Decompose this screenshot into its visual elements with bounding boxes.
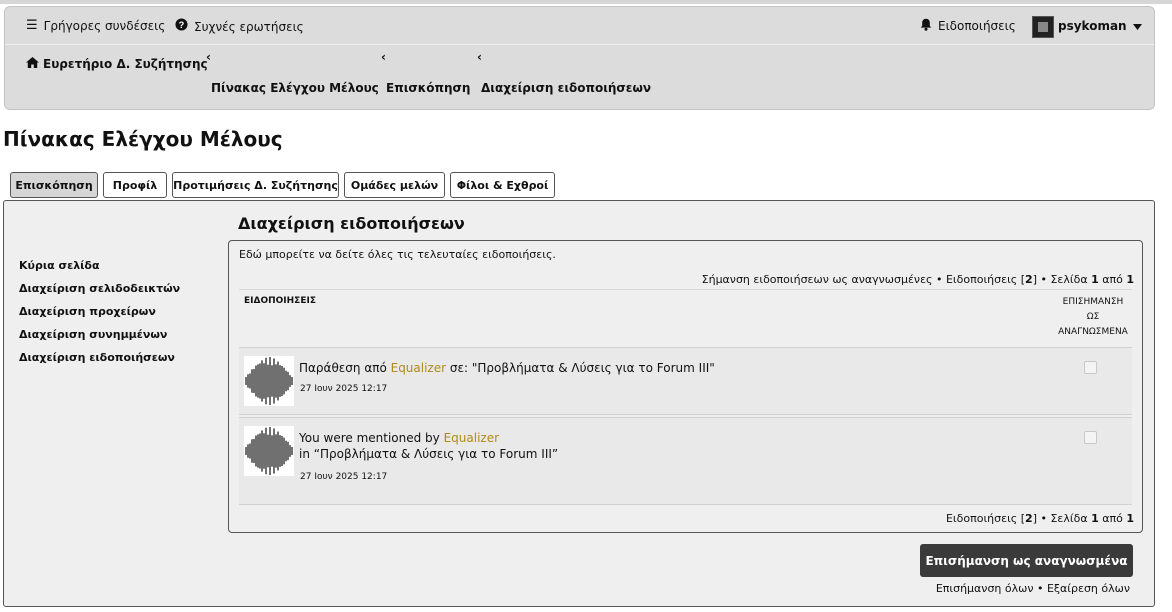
count-label: Ειδοποιήσεις [ [945,273,1026,286]
page-total: 1 [1126,273,1134,286]
caret-down-icon [1132,19,1142,33]
hamburger-icon: ☰ [26,18,38,33]
sidebar-item-front-page[interactable]: Κύρια σελίδα [19,259,100,272]
svg-text:?: ? [179,20,185,30]
page-title: Πίνακας Ελέγχου Μέλους [3,127,283,151]
question-circle-icon: ? [175,18,188,35]
bell-icon [920,18,932,34]
count-label: Ειδοποιήσεις [ [945,512,1026,525]
breadcrumb-ucp[interactable]: Πίνακας Ελέγχου Μέλους [211,81,379,95]
separator: • [1036,273,1051,286]
notification-text: You were mentioned by Equalizer in “Προβ… [299,430,558,462]
notification-date: 27 Ιουν 2025 12:17 [300,384,388,394]
chevron-left-icon: ‹ [477,50,482,64]
breadcrumb-index-label: Ευρετήριο Δ. Συζήτησης [43,57,208,71]
page-label: Σελίδα [1050,512,1092,525]
top-border [0,0,1172,4]
mark-all-link[interactable]: Επισήμανση όλων [936,582,1034,595]
notifications-link[interactable]: Ειδοποιήσεις [920,18,1016,34]
topic-title: in “Προβλήματα & Λύσεις για το Forum III… [299,447,559,461]
of-label: από [1098,273,1127,286]
notifications-label: Ειδοποιήσεις [938,19,1016,33]
page-number: 1 [1091,273,1099,286]
topic-title: "Προβλήματα & Λύσεις για το Forum III" [471,361,715,375]
tab-profile[interactable]: Προφίλ [103,172,167,198]
page-total: 1 [1126,512,1134,525]
tab-board-preferences[interactable]: Προτιμήσεις Δ. Συζήτησης [172,172,339,198]
faq-label: Συχνές ερωτήσεις [194,19,304,34]
separator: • [1036,512,1051,525]
username-link[interactable]: Equalizer [444,431,499,445]
breadcrumb: Ευρετήριο Δ. Συζήτησης ‹ ‹ ‹ Πίνακας Ελέ… [5,45,1154,109]
faq-link[interactable]: ? Συχνές ερωτήσεις [175,18,304,35]
username-link[interactable]: Equalizer [391,361,446,375]
chevron-left-icon: ‹ [381,50,386,64]
column-header-mark-read: ΕΠΙΣΗΜΑΝΣΗ ΩΣ ΑΝΑΓΝΩΣΜΕΝΑ [1047,295,1139,340]
waveform-avatar [244,356,294,406]
chevron-left-icon: ‹ [206,50,211,64]
breadcrumb-overview[interactable]: Επισκόπηση [386,81,470,95]
user-menu[interactable]: psykoman [1058,19,1142,33]
divider [239,289,1132,290]
column-header-mark-read-line: ΕΠΙΣΗΜΑΝΣΗ [1062,297,1124,307]
unmark-all-link[interactable]: Εξαίρεση όλων [1047,582,1130,595]
sidebar-item-drafts[interactable]: Διαχείριση προχείρων [19,305,156,318]
tab-usergroups[interactable]: Ομάδες μελών [344,172,445,198]
pager-top: Σήμανση ειδοποιήσεων ως αναγνωσμένες • Ε… [702,273,1134,286]
notification-type: Παράθεση [299,361,361,375]
navbar-top-row: ☰ Γρήγορες συνδέσεις ? Συχνές ερωτήσεις … [5,7,1154,45]
notifications-box: Εδώ μπορείτε να δείτε όλες τις τελευταίε… [228,240,1143,533]
tab-friends-foes[interactable]: Φίλοι & Εχθροί [450,172,555,198]
from-label: από [360,361,391,375]
sidebar-item-bookmarks[interactable]: Διαχείριση σελιδοδεικτών [19,282,180,295]
breadcrumb-index[interactable]: Ευρετήριο Δ. Συζήτησης [26,57,208,71]
intro-text: Εδώ μπορείτε να δείτε όλες τις τελευταίε… [239,248,556,261]
mark-read-checkbox[interactable] [1084,361,1097,374]
mark-read-checkbox[interactable] [1084,431,1097,444]
bulk-select-links: Επισήμανση όλων • Εξαίρεση όλων [936,582,1130,595]
waveform-avatar [244,426,294,476]
of-label: από [1098,512,1127,525]
column-header-notifications: ΕΙΔΟΠΟΙΗΣΕΙΣ [244,296,316,306]
quick-links-menu[interactable]: ☰ Γρήγορες συνδέσεις [26,18,165,33]
column-header-mark-read-line: ΩΣ [1086,312,1100,322]
separator: • [1033,582,1047,595]
tab-overview[interactable]: Επισκόπηση [10,172,98,198]
content-panel: Κύρια σελίδα Διαχείριση σελιδοδεικτών Δι… [3,200,1155,607]
separator: • [932,273,946,286]
page-label: Σελίδα [1050,273,1092,286]
avatar[interactable] [1032,16,1054,38]
notification-count: 2 [1025,512,1033,525]
home-icon [26,57,39,71]
page-number: 1 [1091,512,1099,525]
notification-text: Παράθεση από Equalizer σε: "Προβλήματα &… [299,360,715,376]
notification-row[interactable]: You were mentioned by Equalizer in “Προβ… [239,417,1132,505]
notification-date: 27 Ιουν 2025 12:17 [300,472,388,482]
section-title: Διαχείριση ειδοποιήσεων [238,214,465,233]
in-label: σε: [446,361,472,375]
sidebar-item-attachments[interactable]: Διαχείριση συνημμένων [19,328,167,341]
mark-notifications-read-link[interactable]: Σήμανση ειδοποιήσεων ως αναγνωσμένες [702,273,933,286]
notification-row[interactable]: Παράθεση από Equalizer σε: "Προβλήματα &… [239,347,1132,415]
breadcrumb-manage-notifications[interactable]: Διαχείριση ειδοποιήσεων [481,81,651,95]
notification-count: 2 [1025,273,1033,286]
username-label: psykoman [1058,19,1127,33]
navbar: ☰ Γρήγορες συνδέσεις ? Συχνές ερωτήσεις … [4,6,1155,110]
sidebar-item-notifications[interactable]: Διαχείριση ειδοποιήσεων [19,351,175,364]
column-header-mark-read-line: ΑΝΑΓΝΩΣΜΕΝΑ [1058,327,1128,337]
mention-label: You were mentioned by [299,431,444,445]
mark-read-button[interactable]: Επισήμανση ως αναγνωσμένα [920,544,1133,577]
pager-bottom: Ειδοποιήσεις [2] • Σελίδα 1 από 1 [946,512,1134,525]
quick-links-label: Γρήγορες συνδέσεις [43,18,166,33]
